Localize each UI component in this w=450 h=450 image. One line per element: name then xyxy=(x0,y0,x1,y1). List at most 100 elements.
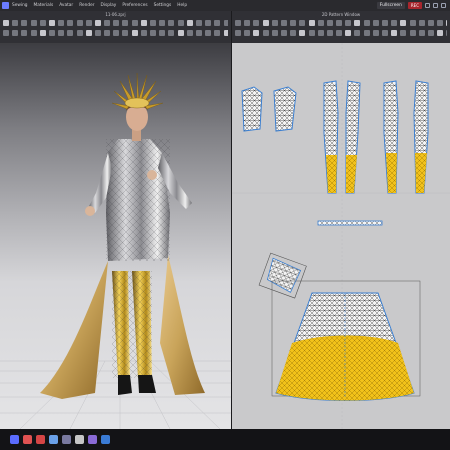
tool-icon[interactable] xyxy=(427,30,434,36)
tool-icon[interactable] xyxy=(223,30,228,36)
tool-icon[interactable] xyxy=(195,20,202,26)
tool-icon[interactable] xyxy=(150,30,156,36)
tool-icon[interactable] xyxy=(336,30,343,36)
tool-icon[interactable] xyxy=(299,20,306,26)
tool-icon[interactable] xyxy=(30,30,37,36)
tool-icon[interactable] xyxy=(400,30,407,36)
close-icon[interactable] xyxy=(441,3,446,8)
tool-icon[interactable] xyxy=(195,30,202,36)
tool-icon[interactable] xyxy=(372,20,379,26)
tool-icon[interactable] xyxy=(94,20,101,26)
tool-icon[interactable] xyxy=(94,30,101,36)
tool-icon[interactable] xyxy=(354,30,361,36)
tool-icon[interactable] xyxy=(235,30,241,36)
tool-icon[interactable] xyxy=(67,30,74,36)
tool-icon[interactable] xyxy=(21,20,28,26)
tool-icon[interactable] xyxy=(317,30,324,36)
tool-icon[interactable] xyxy=(48,20,55,26)
tool-icon[interactable] xyxy=(186,30,193,36)
tool-icon[interactable] xyxy=(131,20,138,26)
tool-icon[interactable] xyxy=(12,20,19,26)
tool-icon[interactable] xyxy=(308,30,315,36)
tool-icon[interactable] xyxy=(104,20,111,26)
tool-icon[interactable] xyxy=(76,30,83,36)
tool-icon[interactable] xyxy=(122,20,129,26)
tool-icon[interactable] xyxy=(113,30,120,36)
tool-icon[interactable] xyxy=(122,30,129,36)
tool-icon[interactable] xyxy=(446,20,447,26)
tool-icon[interactable] xyxy=(391,30,398,36)
menu-item-display[interactable]: Display xyxy=(101,3,117,8)
app-icon[interactable] xyxy=(88,435,97,444)
tool-icon[interactable] xyxy=(30,20,37,26)
pattern-canvas[interactable] xyxy=(232,43,450,429)
menu-item-materials[interactable]: Materials xyxy=(34,3,54,8)
tool-icon[interactable] xyxy=(244,20,251,26)
tool-icon[interactable] xyxy=(140,30,147,36)
app-icon[interactable] xyxy=(23,435,32,444)
tool-icon[interactable] xyxy=(290,30,297,36)
app-icon[interactable] xyxy=(49,435,58,444)
tool-icon[interactable] xyxy=(159,20,166,26)
pattern-piece-pants-4[interactable] xyxy=(413,80,429,194)
viewport-3d[interactable] xyxy=(0,43,231,429)
viewport-3d-canvas[interactable] xyxy=(0,43,231,429)
tool-icon[interactable] xyxy=(382,30,388,36)
tool-icon[interactable] xyxy=(446,30,447,36)
tool-icon[interactable] xyxy=(299,30,306,36)
tool-icon[interactable] xyxy=(391,20,398,26)
app-icon[interactable] xyxy=(101,435,110,444)
pattern-piece-pants-3[interactable] xyxy=(383,80,399,194)
tool-icon[interactable] xyxy=(140,20,147,26)
tool-icon[interactable] xyxy=(48,30,55,36)
pattern-piece[interactable] xyxy=(241,86,263,132)
app-icon[interactable] xyxy=(75,435,84,444)
tool-icon[interactable] xyxy=(205,30,212,36)
app-icon[interactable] xyxy=(62,435,71,444)
menu-item-preferences[interactable]: Preferences xyxy=(122,3,147,8)
tool-icon[interactable] xyxy=(168,30,175,36)
tool-icon[interactable] xyxy=(205,20,212,26)
tool-icon[interactable] xyxy=(262,30,269,36)
pattern-piece[interactable] xyxy=(273,86,297,132)
tool-icon[interactable] xyxy=(168,20,175,26)
tool-icon[interactable] xyxy=(58,30,65,36)
tool-icon[interactable] xyxy=(150,20,156,26)
tool-icon[interactable] xyxy=(427,20,434,26)
tool-icon[interactable] xyxy=(382,20,388,26)
tool-icon[interactable] xyxy=(235,20,241,26)
tool-icon[interactable] xyxy=(418,30,425,36)
tool-icon[interactable] xyxy=(67,20,74,26)
tool-icon[interactable] xyxy=(290,20,297,26)
menu-item-avatar[interactable]: Avatar xyxy=(59,3,73,8)
viewport-2d[interactable] xyxy=(232,43,450,429)
tool-icon[interactable] xyxy=(363,20,370,26)
tool-icon[interactable] xyxy=(214,20,221,26)
tool-icon[interactable] xyxy=(214,30,221,36)
tool-icon[interactable] xyxy=(3,30,9,36)
menu-item-sewing[interactable]: Sewing xyxy=(12,3,28,8)
tool-icon[interactable] xyxy=(280,20,287,26)
tool-icon[interactable] xyxy=(177,20,184,26)
tool-icon[interactable] xyxy=(280,30,287,36)
tool-icon[interactable] xyxy=(21,30,28,36)
tool-icon[interactable] xyxy=(437,30,444,36)
tool-icon[interactable] xyxy=(3,20,9,26)
tool-icon[interactable] xyxy=(186,20,193,26)
tool-icon[interactable] xyxy=(409,30,416,36)
tool-icon[interactable] xyxy=(223,20,228,26)
tool-icon[interactable] xyxy=(39,30,46,36)
tool-icon[interactable] xyxy=(58,20,65,26)
tool-icon[interactable] xyxy=(104,30,111,36)
maximize-icon[interactable] xyxy=(433,3,438,8)
tool-icon[interactable] xyxy=(336,20,343,26)
tool-icon[interactable] xyxy=(326,30,333,36)
menu-item-settings[interactable]: Settings xyxy=(154,3,172,8)
tool-icon[interactable] xyxy=(39,20,46,26)
pattern-piece-waistband[interactable] xyxy=(317,220,383,226)
fullscreen-button[interactable]: Fullscreen xyxy=(376,2,405,9)
tool-icon[interactable] xyxy=(76,20,83,26)
tool-icon[interactable] xyxy=(354,20,361,26)
pattern-piece-pants-1[interactable] xyxy=(323,80,339,194)
pattern-piece-skirt[interactable] xyxy=(275,292,415,401)
